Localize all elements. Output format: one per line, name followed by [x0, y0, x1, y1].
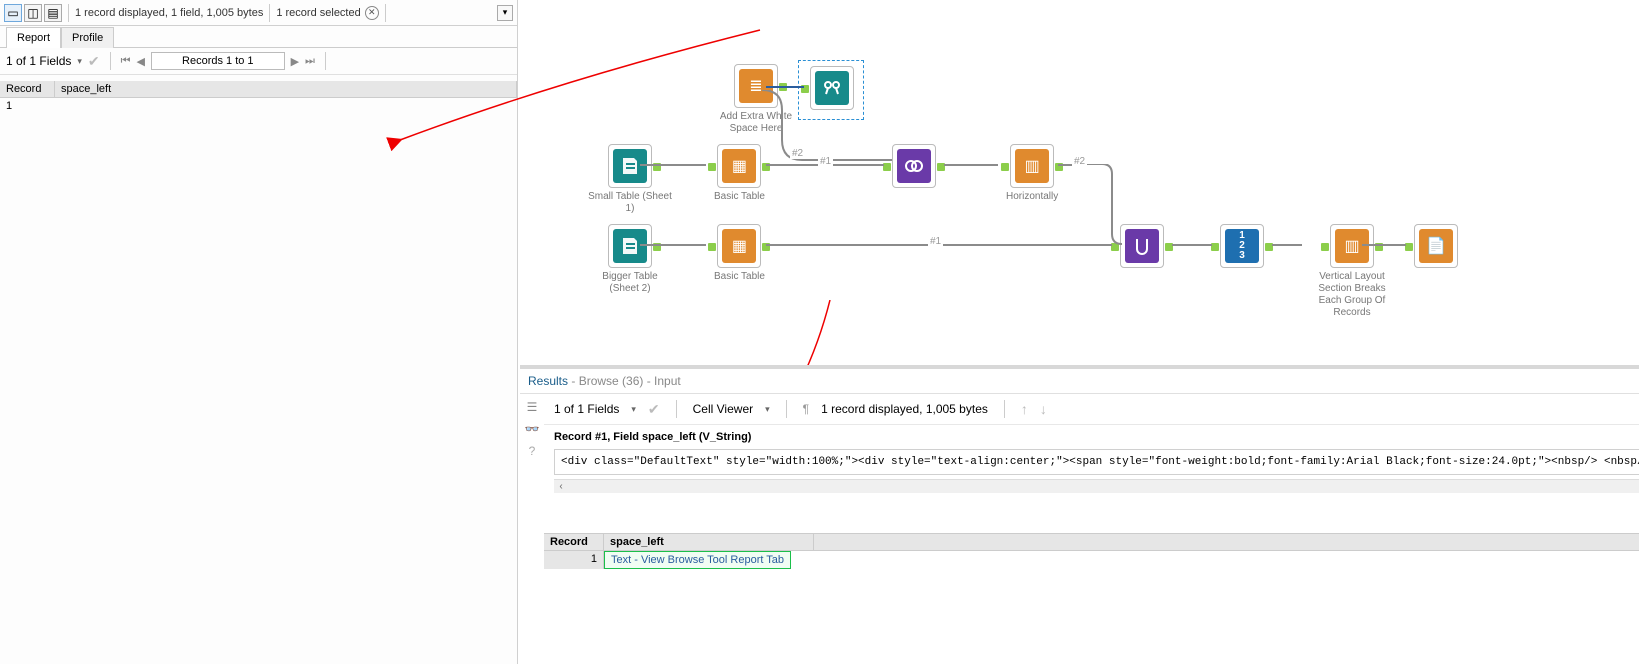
cell-viewer-label: Cell Viewer	[693, 402, 753, 416]
up-arrow-icon[interactable]: ↑	[1021, 401, 1028, 417]
table-row[interactable]: 1 Text - View Browse Tool Report Tab	[544, 551, 1639, 569]
connection	[944, 164, 998, 166]
tab-report[interactable]: Report	[6, 27, 61, 48]
layout-btn-2[interactable]: ◫	[24, 4, 42, 22]
table-tool-icon: ▦	[722, 149, 756, 183]
records-range[interactable]: Records 1 to 1	[151, 52, 285, 70]
node-union[interactable]	[1120, 224, 1164, 268]
node-label: Horizontally	[1006, 191, 1058, 203]
layout-btn-3[interactable]: ▤	[44, 4, 62, 22]
scroll-left-icon[interactable]: ‹	[554, 481, 568, 492]
node-label: Basic Table	[714, 271, 765, 283]
col-space_left[interactable]: space_left	[55, 81, 517, 97]
connection	[762, 90, 896, 166]
scrollbar[interactable]: ‹	[554, 479, 1639, 493]
options-dropdown-icon[interactable]: ▾	[497, 5, 513, 21]
cell-space_left[interactable]: Text - View Browse Tool Report Tab	[604, 551, 791, 569]
col-space_left[interactable]: space_left	[604, 534, 814, 550]
results-table: Record space_left 1 Text - View Browse T…	[544, 533, 1639, 569]
clear-selection-icon[interactable]: ✕	[365, 6, 379, 20]
search-box[interactable]: 🔍 Search	[1059, 402, 1639, 416]
cell-space_left	[55, 98, 67, 114]
first-record-icon[interactable]: ⏮	[121, 55, 131, 68]
anchor-label: #2	[1072, 156, 1087, 167]
render-tool-icon: 📄	[1419, 229, 1453, 263]
connection	[640, 244, 706, 246]
results-toolbar: 1 of 1 Fields ▾ ✔ Cell Viewer ▾ ¶ 1 reco…	[544, 394, 1639, 425]
connection	[1058, 164, 1122, 246]
table-tool-icon: ▦	[722, 229, 756, 263]
connection	[766, 86, 804, 88]
fields-dropdown-icon[interactable]: ▾	[77, 56, 82, 67]
anchor-label: #1	[928, 236, 943, 247]
node-table-basic2[interactable]: ▦ Basic Table	[714, 224, 765, 283]
node-join[interactable]	[892, 144, 936, 188]
connection	[1362, 244, 1406, 246]
recordid-tool-icon: 123	[1225, 229, 1259, 263]
next-record-icon[interactable]: ▶	[291, 55, 299, 68]
node-input-bigger[interactable]: Bigger Table (Sheet 2)	[588, 224, 672, 295]
results-sidebar: ☰ 👓 ?	[520, 394, 544, 569]
union-tool-icon	[1125, 229, 1159, 263]
node-input-small[interactable]: Small Table (Sheet 1)	[588, 144, 672, 215]
results-status: 1 record displayed, 1,005 bytes	[821, 402, 988, 416]
cell-header: Record #1, Field space_left (V_String)	[544, 425, 1639, 449]
layout-tool-icon: ▥	[1335, 229, 1369, 263]
col-record[interactable]: Record	[0, 81, 55, 97]
node-layout-vertical[interactable]: ▥ Vertical Layout Section Breaks Each Gr…	[1310, 224, 1394, 319]
join-tool-icon	[897, 149, 931, 183]
node-label: Small Table (Sheet 1)	[588, 191, 672, 215]
prev-record-icon[interactable]: ◀	[137, 55, 145, 68]
node-recordid[interactable]: 123	[1220, 224, 1264, 268]
tab-profile[interactable]: Profile	[61, 27, 114, 48]
col-record[interactable]: Record	[544, 534, 604, 550]
cell-content-viewer[interactable]: <div class="DefaultText" style="width:10…	[554, 449, 1639, 475]
layout-tool-icon: ▥	[1015, 149, 1049, 183]
list-icon[interactable]: ☰	[527, 400, 538, 414]
anchor-label: #2	[790, 148, 805, 159]
fields-dropdown-icon[interactable]: ▾	[631, 404, 636, 415]
connection	[1172, 244, 1212, 246]
field-nav-bar: 1 of 1 Fields ▾ ✔ ⏮ ◀ Records 1 to 1 ▶ ⏭	[0, 48, 517, 75]
connection	[1272, 244, 1302, 246]
last-record-icon[interactable]: ⏭	[305, 55, 315, 68]
left-table-row[interactable]: 1	[0, 98, 517, 114]
input-tool-icon	[613, 229, 647, 263]
node-layout-horizontal[interactable]: ▥ Horizontally	[1006, 144, 1058, 203]
record-status: 1 record displayed, 1 field, 1,005 bytes	[75, 7, 263, 19]
node-table-basic1[interactable]: ▦ Basic Table	[714, 144, 765, 203]
input-tool-icon	[613, 149, 647, 183]
cell-record: 1	[0, 98, 55, 114]
cellviewer-dropdown-icon[interactable]: ▾	[765, 404, 770, 415]
anchor-label: #1	[818, 156, 833, 167]
down-arrow-icon[interactable]: ↓	[1040, 401, 1047, 417]
help-icon[interactable]: ?	[529, 444, 536, 458]
node-label: Vertical Layout Section Breaks Each Grou…	[1310, 271, 1394, 319]
fields-count: 1 of 1 Fields	[6, 54, 71, 68]
node-render[interactable]: 📄	[1414, 224, 1458, 268]
left-tabs: Report Profile	[0, 26, 517, 48]
results-subtitle: - Browse (36) - Input	[571, 374, 680, 388]
results-fields-count: 1 of 1 Fields	[554, 402, 619, 416]
workflow-canvas[interactable]: ≣ Add Extra White Space Here Small Table…	[520, 0, 1639, 365]
right-pane: ≣ Add Extra White Space Here Small Table…	[520, 0, 1639, 664]
results-header: Results - Browse (36) - Input	[520, 369, 1639, 394]
connection	[640, 164, 706, 166]
results-title: Results	[528, 374, 568, 388]
left-table-header: Record space_left	[0, 81, 517, 98]
binoculars-icon[interactable]: 👓	[525, 422, 540, 436]
left-toolbar: ▭ ◫ ▤ 1 record displayed, 1 field, 1,005…	[0, 0, 517, 26]
apply-icon[interactable]: ✔	[648, 401, 660, 418]
cell-record: 1	[544, 551, 604, 569]
layout-btn-1[interactable]: ▭	[4, 4, 22, 22]
results-pane: Results - Browse (36) - Input ☰ 👓 ? 1 of…	[520, 365, 1639, 664]
left-browse-pane: ▭ ◫ ▤ 1 record displayed, 1 field, 1,005…	[0, 0, 518, 664]
apply-icon[interactable]: ✔	[88, 53, 100, 70]
paragraph-icon[interactable]: ¶	[803, 402, 809, 416]
selection-status: 1 record selected	[276, 7, 360, 19]
node-label: Bigger Table (Sheet 2)	[588, 271, 672, 295]
node-label: Basic Table	[714, 191, 765, 203]
